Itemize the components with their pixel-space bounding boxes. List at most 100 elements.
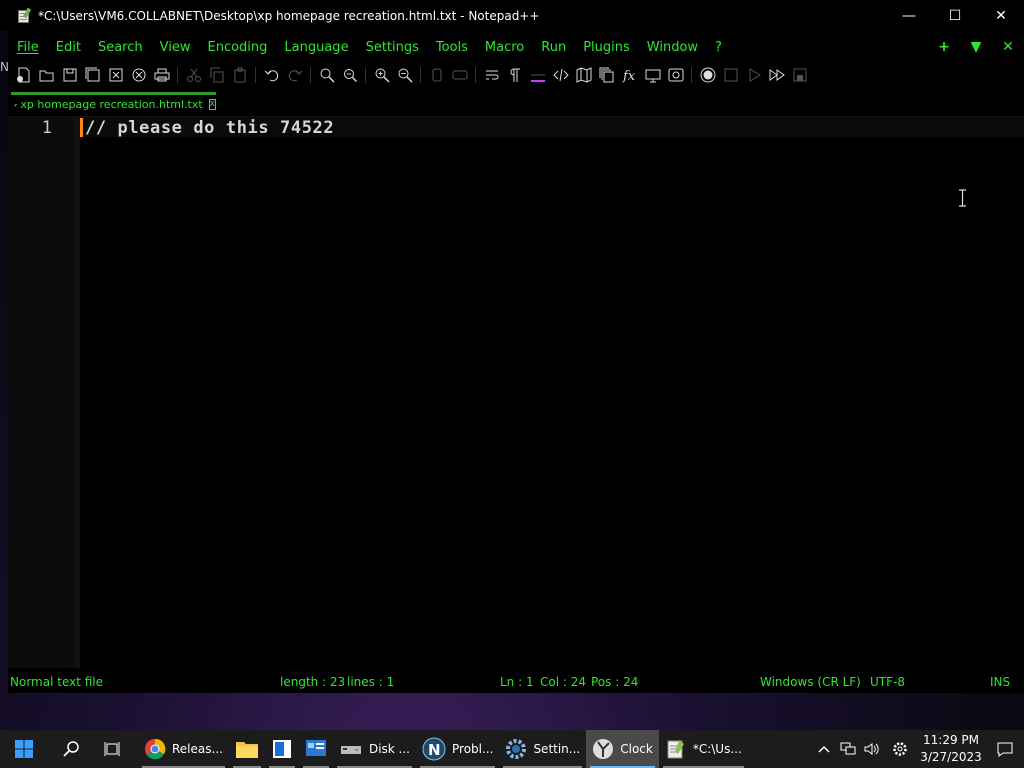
open-file-icon[interactable] [35, 64, 58, 86]
taskbar-app-label: Probl... [452, 742, 494, 756]
taskbar-app-control-panel[interactable] [299, 730, 333, 768]
xml-tag-icon[interactable] [549, 64, 572, 86]
taskbar-app-settings[interactable]: Settin... [499, 730, 586, 768]
taskbar-app-notepadpp[interactable]: *C:\Us... [659, 730, 748, 768]
gear-icon[interactable] [884, 730, 916, 768]
replace-icon[interactable] [338, 64, 361, 86]
document-list-icon[interactable] [595, 64, 618, 86]
run-macro-multiple-icon[interactable] [765, 64, 788, 86]
menu-encoding[interactable]: Encoding [199, 40, 276, 55]
taskbar-app-notepad[interactable] [265, 730, 299, 768]
tray-date: 3/27/2023 [920, 750, 982, 764]
code-line-1[interactable]: // please do this 74522 [85, 118, 334, 138]
menu-edit[interactable]: Edit [47, 40, 89, 55]
notepadpp-app-icon[interactable] [16, 7, 32, 24]
close-doc-x-button[interactable]: ✕ [992, 39, 1024, 55]
status-bar: Normal text file length : 23 lines : 1 L… [8, 672, 1024, 692]
status-insert-mode[interactable]: INS [990, 675, 1010, 689]
problem-app-icon: N [422, 737, 446, 761]
modified-pencil-icon [14, 103, 17, 106]
menu-macro[interactable]: Macro [476, 40, 532, 55]
play-macro-icon[interactable] [742, 64, 765, 86]
undo-icon[interactable] [260, 64, 283, 86]
tab-label: xp homepage recreation.html.txt [20, 98, 203, 111]
menu-help[interactable]: ? [707, 40, 731, 55]
minimize-button[interactable]: — [886, 0, 932, 31]
maximize-button[interactable]: ☐ [932, 0, 978, 31]
close-window-button[interactable]: ✕ [978, 0, 1024, 31]
stop-macro-icon[interactable] [719, 64, 742, 86]
menu-window[interactable]: Window [638, 40, 706, 55]
print-icon[interactable] [150, 64, 173, 86]
indent-guide-icon[interactable] [526, 64, 549, 86]
copy-icon[interactable] [205, 64, 228, 86]
function-list-icon[interactable]: fx [618, 64, 641, 86]
window-title: *C:\Users\VM6.COLLABNET\Desktop\xp homep… [38, 8, 540, 23]
close-icon[interactable] [104, 64, 127, 86]
tab-active-document[interactable]: xp homepage recreation.html.txt x [11, 92, 216, 114]
editor-pane[interactable]: 1 // please do this 74522 [8, 116, 1024, 668]
menu-search[interactable]: Search [89, 40, 151, 55]
status-ln: Ln : 1 [500, 675, 534, 689]
find-icon[interactable] [315, 64, 338, 86]
save-macro-icon[interactable] [788, 64, 811, 86]
record-macro-icon[interactable] [696, 64, 719, 86]
menu-file[interactable]: File [8, 40, 47, 55]
cut-icon[interactable] [182, 64, 205, 86]
taskbar-app-disk[interactable]: Disk ... [333, 730, 416, 768]
text-caret [80, 118, 83, 137]
notepadpp-icon [667, 740, 684, 759]
network-icon[interactable] [836, 730, 860, 768]
start-button[interactable] [4, 730, 44, 768]
search-button[interactable] [52, 730, 92, 768]
zoom-out-icon[interactable] [393, 64, 416, 86]
svg-text:fx: fx [622, 69, 636, 83]
menu-plugins[interactable]: Plugins [575, 40, 639, 55]
ibeam-cursor-icon [959, 189, 966, 207]
taskbar-app-problem[interactable]: N Probl... [416, 730, 499, 768]
title-bar[interactable]: *C:\Users\VM6.COLLABNET\Desktop\xp homep… [0, 0, 1024, 31]
text-area[interactable]: // please do this 74522 [80, 117, 1024, 668]
tray-clock[interactable]: 11:29 PM 3/27/2023 [916, 732, 986, 766]
sync-horizontal-icon[interactable] [448, 64, 471, 86]
tab-list-dropdown-button[interactable]: ▼ [960, 39, 992, 55]
tab-close-button[interactable]: x [208, 99, 216, 110]
status-encoding[interactable]: UTF-8 [870, 675, 905, 689]
show-all-chars-icon[interactable] [503, 64, 526, 86]
status-eol[interactable]: Windows (CR LF) [760, 675, 861, 689]
new-tab-plus-button[interactable]: + [928, 39, 960, 55]
save-all-icon[interactable] [81, 64, 104, 86]
folder-as-workspace-icon[interactable] [641, 64, 664, 86]
menu-language[interactable]: Language [276, 40, 357, 55]
menu-bar: File Edit Search View Encoding Language … [8, 36, 1024, 58]
taskbar: Releas... Disk ... N Probl... Settin... … [0, 730, 1024, 768]
tab-bar: xp homepage recreation.html.txt x [8, 90, 1024, 114]
sync-vertical-icon[interactable] [425, 64, 448, 86]
new-file-icon[interactable] [12, 64, 35, 86]
status-lines: lines : 1 [347, 675, 395, 689]
task-view-button[interactable] [92, 730, 132, 768]
document-map-icon[interactable] [572, 64, 595, 86]
taskbar-app-clock[interactable]: Clock [586, 730, 659, 768]
menu-settings[interactable]: Settings [357, 40, 427, 55]
paste-icon[interactable] [228, 64, 251, 86]
taskbar-app-chrome[interactable]: Releas... [138, 730, 229, 768]
taskbar-app-file-explorer[interactable] [229, 730, 265, 768]
word-wrap-icon[interactable] [480, 64, 503, 86]
volume-icon[interactable] [860, 730, 884, 768]
save-icon[interactable] [58, 64, 81, 86]
status-file-type: Normal text file [10, 675, 104, 689]
folder-icon [235, 742, 258, 758]
menu-run[interactable]: Run [533, 40, 575, 55]
taskbar-app-label: *C:\Us... [692, 742, 742, 756]
notification-icon[interactable] [986, 730, 1024, 768]
chevron-up-icon[interactable] [812, 730, 836, 768]
zoom-in-icon[interactable] [370, 64, 393, 86]
close-all-icon[interactable] [127, 64, 150, 86]
redo-icon[interactable] [283, 64, 306, 86]
menu-tools[interactable]: Tools [427, 40, 476, 55]
notepad-icon [272, 740, 291, 758]
menu-view[interactable]: View [151, 40, 199, 55]
monitoring-icon[interactable] [664, 64, 687, 86]
windows-logo-icon [15, 740, 33, 758]
